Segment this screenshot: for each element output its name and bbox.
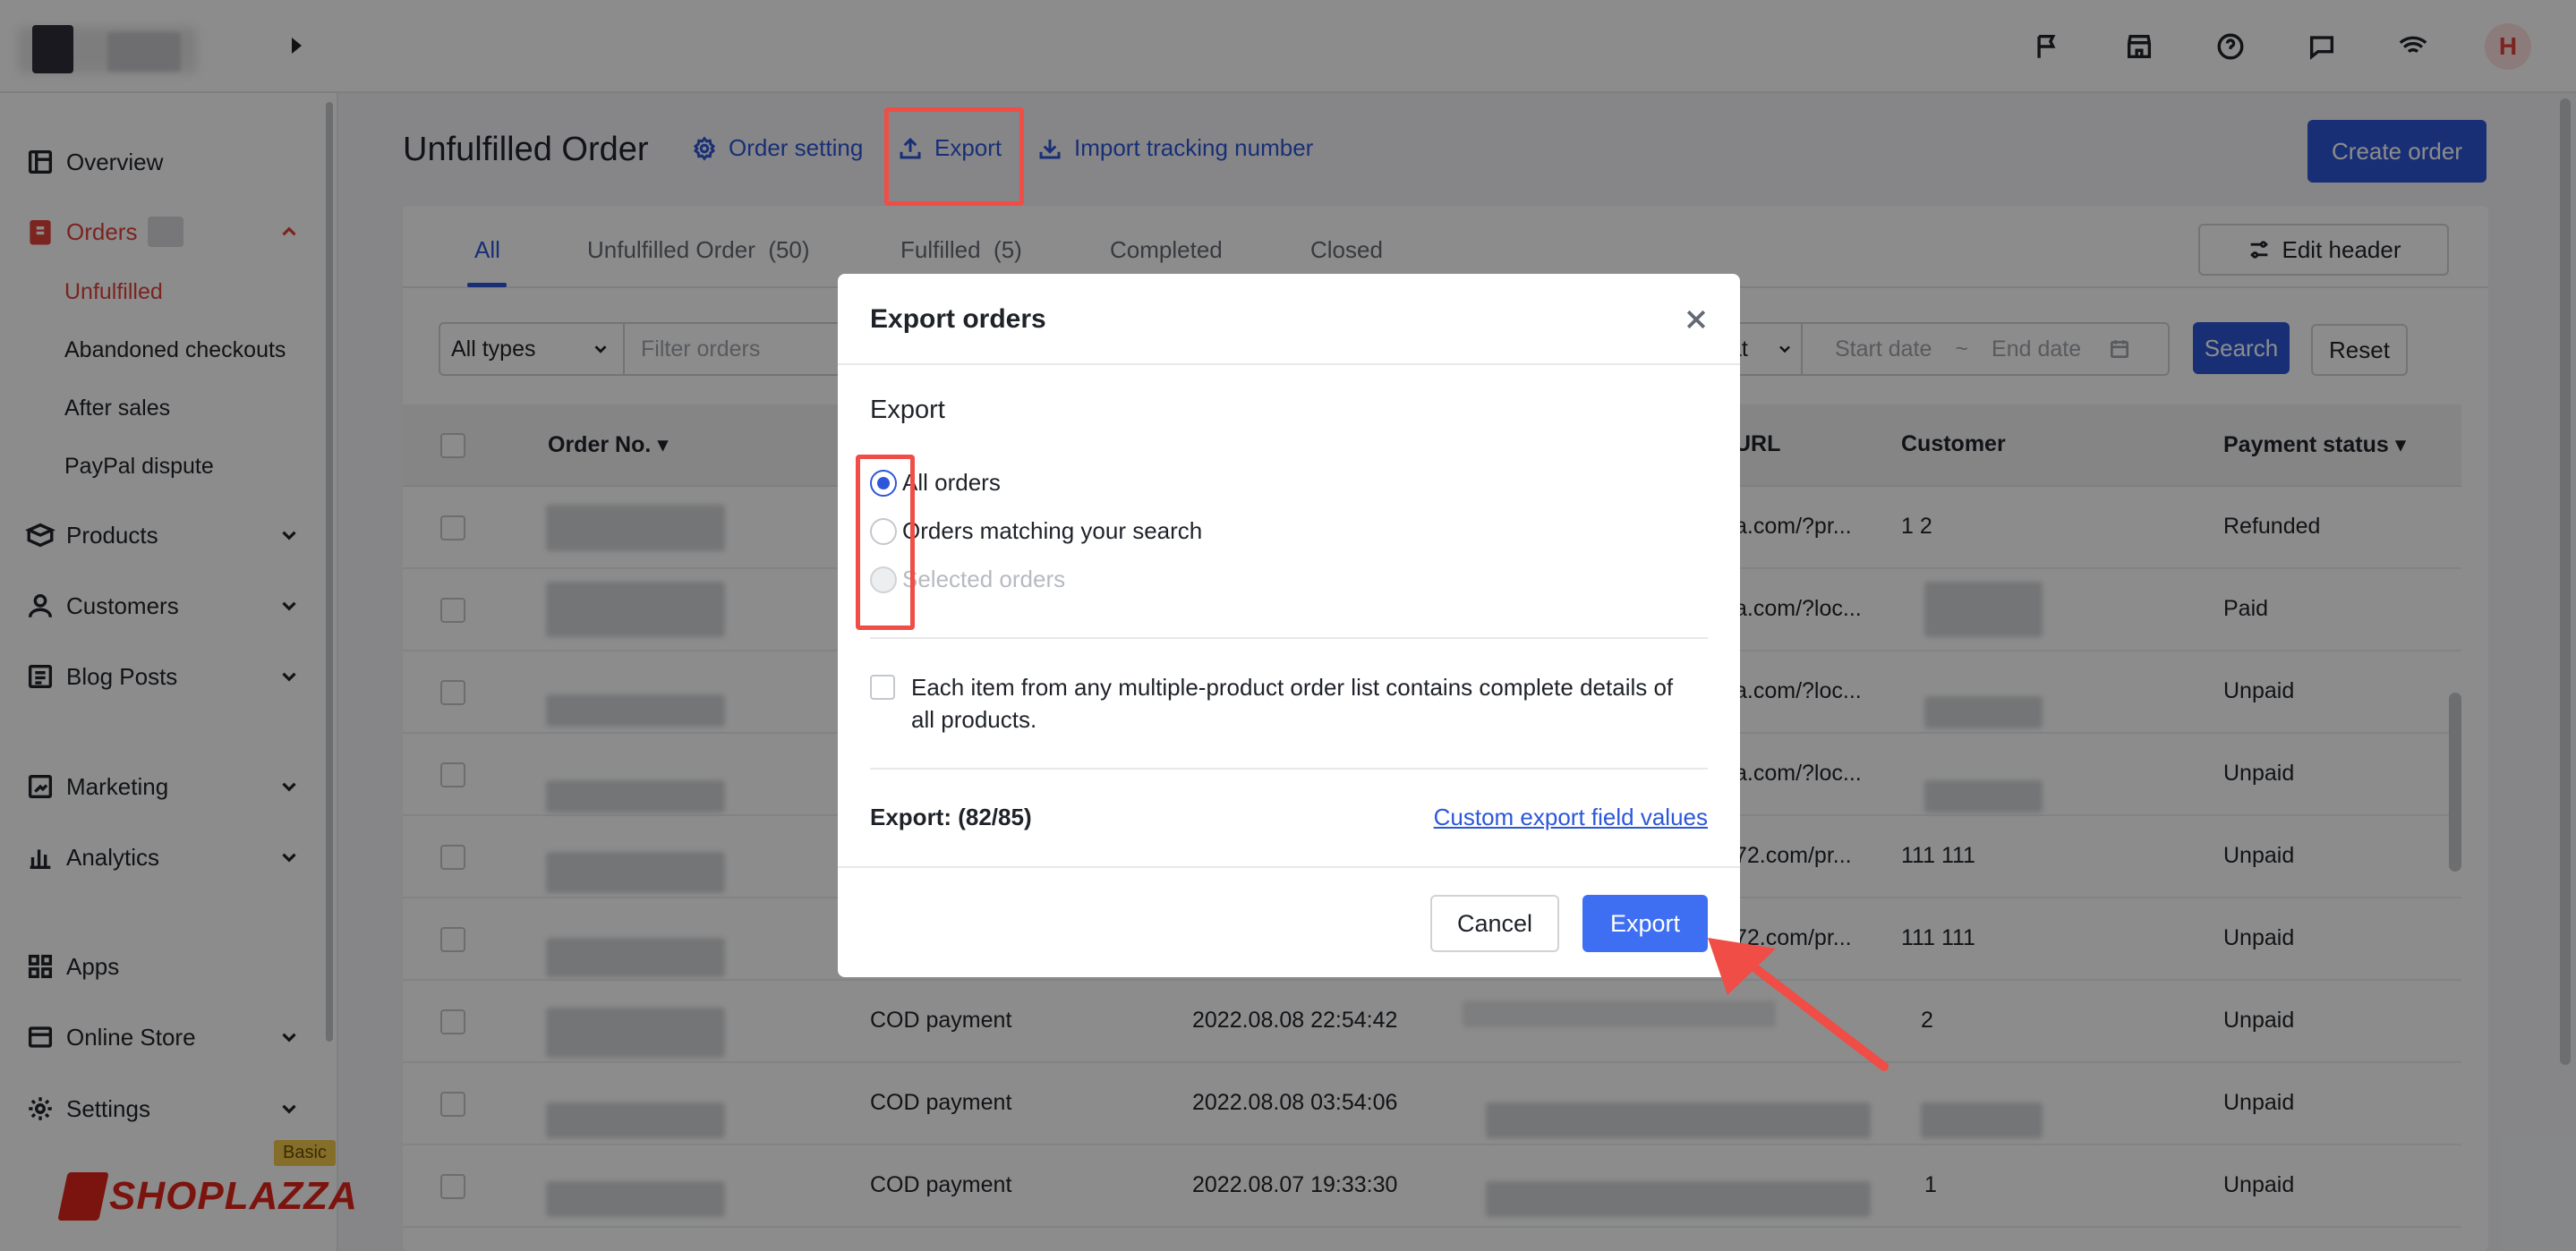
section-divider (870, 637, 1708, 639)
custom-export-fields-link[interactable]: Custom export field values (1434, 804, 1708, 831)
dialog-header-divider (838, 363, 1740, 365)
export-count: Export: (82/85) (870, 804, 1032, 830)
radio-label: All orders (902, 469, 1001, 496)
close-icon[interactable] (1683, 306, 1710, 333)
radio-label: Selected orders (902, 566, 1066, 592)
export-button[interactable]: Export (1582, 895, 1708, 952)
annotation-arrow-icon (1708, 938, 1889, 1071)
annotation-highlight-export (884, 107, 1024, 206)
complete-details-label: Each item from any multiple-product orde… (911, 674, 1674, 733)
cancel-button[interactable]: Cancel (1430, 895, 1559, 952)
export-section-label: Export (870, 396, 945, 424)
complete-details-checkbox[interactable] (870, 675, 895, 700)
section-divider (870, 768, 1708, 770)
dialog-title: Export orders (870, 304, 1046, 334)
dialog-footer-divider (838, 866, 1740, 868)
complete-details-option[interactable]: Each item from any multiple-product orde… (870, 671, 1702, 736)
annotation-highlight-radios (856, 455, 915, 630)
export-orders-dialog: Export orders Export All orders Orders m… (838, 274, 1740, 977)
radio-label: Orders matching your search (902, 517, 1203, 544)
radio-orders-matching-search[interactable]: Orders matching your search (870, 517, 1202, 545)
